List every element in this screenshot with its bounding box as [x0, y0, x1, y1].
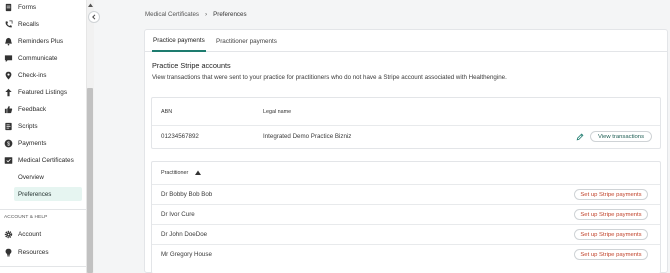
- practitioner-name: Dr Bobby Bob Bob: [161, 191, 213, 198]
- scroll-up-arrow-icon[interactable]: [87, 2, 93, 8]
- table-divider: [152, 224, 660, 225]
- location-pin-icon: [4, 71, 13, 80]
- sidebar-item-label: Feedback: [18, 105, 47, 113]
- sidebar-item-label: Resources: [18, 248, 49, 256]
- legal-name-value: Integrated Demo Practice Bizniz: [263, 133, 352, 140]
- table-divider: [152, 204, 660, 205]
- sidebar-item-label: Recalls: [18, 20, 39, 28]
- sidebar-item-medical-certificates[interactable]: Medical Certificates: [0, 153, 86, 167]
- chevron-left-icon: [92, 14, 96, 20]
- table-divider: [152, 184, 660, 185]
- svg-text:$: $: [7, 141, 10, 147]
- sidebar-subitem-label: Overview: [18, 173, 44, 181]
- phone-recall-icon: [4, 20, 13, 29]
- sidebar: Forms Recalls Reminders Plus Communicate…: [0, 0, 94, 273]
- sidebar-section-label: ACCOUNT & HELP: [4, 215, 48, 220]
- set-up-stripe-payments-button[interactable]: Set up Stripe payments: [574, 189, 648, 200]
- tab-bar: Practice payments Practitioner payments: [145, 30, 667, 52]
- sort-ascending-icon: [194, 170, 201, 176]
- sidebar-item-label: Communicate: [18, 54, 58, 62]
- sidebar-item-label: Account: [18, 230, 42, 238]
- sidebar-item-label: Scripts: [18, 122, 38, 130]
- tab-practitioner-payments[interactable]: Practitioner payments: [216, 30, 277, 52]
- table-divider: [152, 125, 660, 126]
- practitioner-name: Dr Ivor Cure: [161, 211, 195, 218]
- sidebar-item-forms[interactable]: Forms: [0, 0, 86, 14]
- table-divider: [152, 244, 660, 245]
- practitioners-table: Practitioner Dr Bobby Bob Bob Set up Str…: [151, 161, 661, 273]
- sidebar-item-resources[interactable]: Resources: [0, 245, 86, 259]
- sidebar-divider: [0, 209, 86, 210]
- breadcrumb-current: Preferences: [213, 11, 247, 18]
- breadcrumb-link-medical-certificates[interactable]: Medical Certificates: [145, 11, 199, 18]
- sidebar-item-scripts[interactable]: Scripts: [0, 119, 86, 133]
- practitioner-name: Dr John DoeDoe: [161, 231, 208, 238]
- sidebar-subitem-preferences[interactable]: Preferences: [14, 187, 82, 201]
- dollar-icon: $: [4, 139, 13, 148]
- edit-pencil-icon[interactable]: [576, 133, 584, 141]
- set-up-stripe-payments-button[interactable]: Set up Stripe payments: [574, 229, 648, 240]
- gear-icon: [4, 230, 13, 239]
- sidebar-item-recalls[interactable]: Recalls: [0, 17, 86, 31]
- sidebar-subitem-label: Preferences: [18, 190, 52, 198]
- column-header-label: Practitioner: [161, 170, 189, 176]
- certificate-icon: [4, 156, 13, 165]
- sidebar-item-featured-listings[interactable]: Featured Listings: [0, 85, 86, 99]
- sidebar-item-payments[interactable]: $ Payments: [0, 136, 86, 150]
- sidebar-item-label: Featured Listings: [18, 88, 68, 96]
- bell-icon: [4, 37, 13, 46]
- tab-practice-payments[interactable]: Practice payments: [152, 30, 206, 52]
- sidebar-subitem-overview[interactable]: Overview: [14, 170, 82, 184]
- breadcrumb-separator-icon: ›: [205, 11, 208, 18]
- collapse-sidebar-button[interactable]: [88, 11, 100, 23]
- column-header-practitioner[interactable]: Practitioner: [161, 170, 201, 176]
- column-header-abn: ABN: [161, 109, 173, 115]
- sidebar-divider: [0, 266, 86, 267]
- preferences-card: Practice payments Practitioner payments …: [144, 29, 668, 273]
- set-up-stripe-payments-button[interactable]: Set up Stripe payments: [574, 209, 648, 220]
- sidebar-item-reminders-plus[interactable]: Reminders Plus: [0, 34, 86, 48]
- view-transactions-button[interactable]: View transactions: [590, 131, 652, 142]
- lightbulb-icon: [4, 248, 13, 257]
- breadcrumb: Medical Certificates › Preferences: [145, 11, 247, 18]
- set-up-stripe-payments-button[interactable]: Set up Stripe payments: [574, 249, 648, 260]
- section-description: View transactions that were sent to your…: [152, 74, 507, 81]
- section-title: Practice Stripe accounts: [152, 61, 231, 70]
- sidebar-item-check-ins[interactable]: Check-ins: [0, 68, 86, 82]
- sidebar-item-label: Payments: [18, 139, 47, 147]
- column-header-legal-name: Legal name: [263, 109, 292, 115]
- sidebar-item-label: Medical Certificates: [18, 156, 74, 164]
- chat-icon: [4, 54, 13, 63]
- sidebar-item-label: Forms: [18, 3, 37, 11]
- script-icon: [4, 122, 13, 131]
- sidebar-item-account[interactable]: Account: [0, 227, 86, 241]
- sidebar-item-communicate[interactable]: Communicate: [0, 51, 86, 65]
- abn-value: 01234567892: [161, 133, 199, 140]
- forms-icon: [4, 3, 13, 12]
- sidebar-item-label: Check-ins: [18, 71, 47, 79]
- practitioner-name: Mr Gregory House: [161, 251, 212, 258]
- thumbs-up-icon: [4, 105, 13, 114]
- sidebar-scrollbar-thumb[interactable]: [87, 88, 93, 273]
- sidebar-item-feedback[interactable]: Feedback: [0, 102, 86, 116]
- sidebar-item-label: Reminders Plus: [18, 37, 64, 45]
- practice-accounts-table: ABN Legal name 01234567892 Integrated De…: [151, 97, 661, 149]
- featured-arrow-icon: [4, 88, 13, 97]
